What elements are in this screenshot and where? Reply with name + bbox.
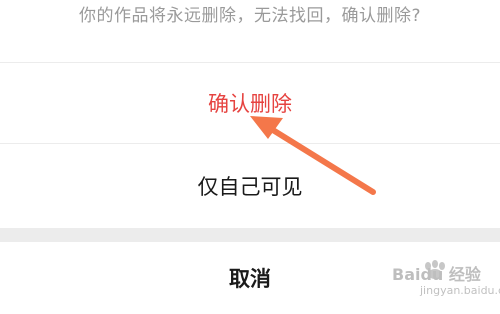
delete-warning-text: 你的作品将永远删除，无法找回，确认删除? [78, 5, 422, 26]
watermark-brand: Baidu 经验 [392, 265, 482, 284]
confirm-delete-button[interactable]: 确认删除 [0, 63, 500, 143]
baidu-paw-icon: Baidu 经验 [392, 260, 482, 284]
only-me-visible-button[interactable]: 仅自己可见 [0, 144, 500, 228]
watermark-url: jingyan.baidu.com [420, 284, 500, 297]
section-gap [0, 228, 500, 242]
baidu-jingyan-watermark: Baidu 经验 jingyan.baidu.com [384, 260, 500, 304]
